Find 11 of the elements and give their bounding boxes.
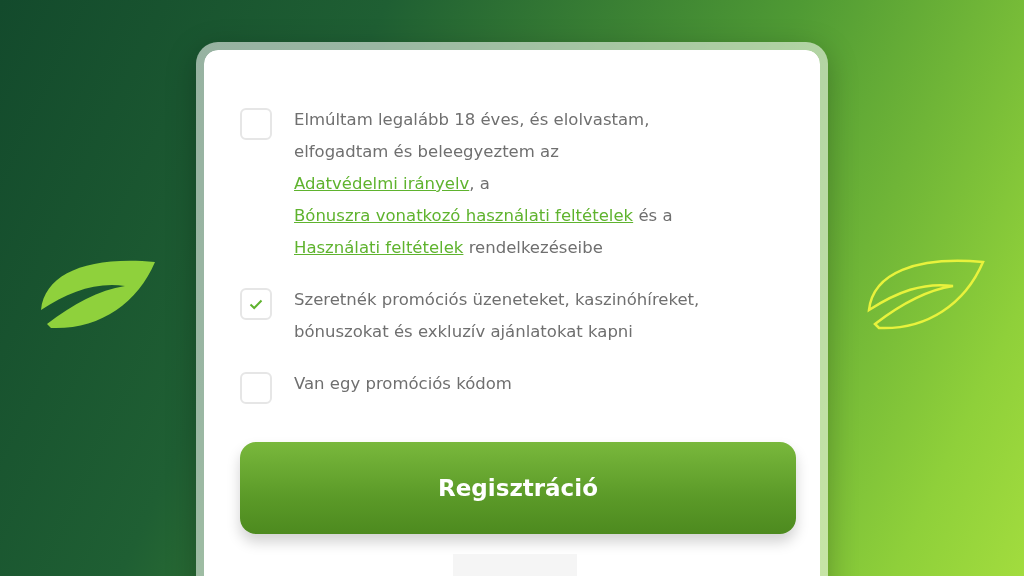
terms-link[interactable]: Bónuszra vonatkozó használati feltételek (294, 206, 634, 225)
checkbox[interactable] (240, 372, 272, 404)
checkbox[interactable] (240, 108, 272, 140)
consent-text: Van egy promóciós kódom (294, 373, 513, 395)
checkbox[interactable] (240, 288, 272, 320)
consent-text: Elmúltam legalább 18 éves, és elolvastam, elfogadtam és beleegyeztem az Adatvédelmi irányelv, a Bónuszra vonatkozó használati feltételek és a Használati feltételek rendelkezéseibe (294, 109, 674, 259)
checkmark-icon (249, 298, 263, 310)
consent-text: Szeretnék promóciós üzeneteket, kaszinóhíreket, bónuszokat és exkluzív ajánlatokat kapni (294, 289, 701, 343)
terms-link[interactable]: Adatvédelmi irányelv (294, 174, 470, 193)
terms-link[interactable]: Használati feltételek (294, 238, 464, 257)
register-button[interactable]: Regisztráció (240, 442, 796, 534)
